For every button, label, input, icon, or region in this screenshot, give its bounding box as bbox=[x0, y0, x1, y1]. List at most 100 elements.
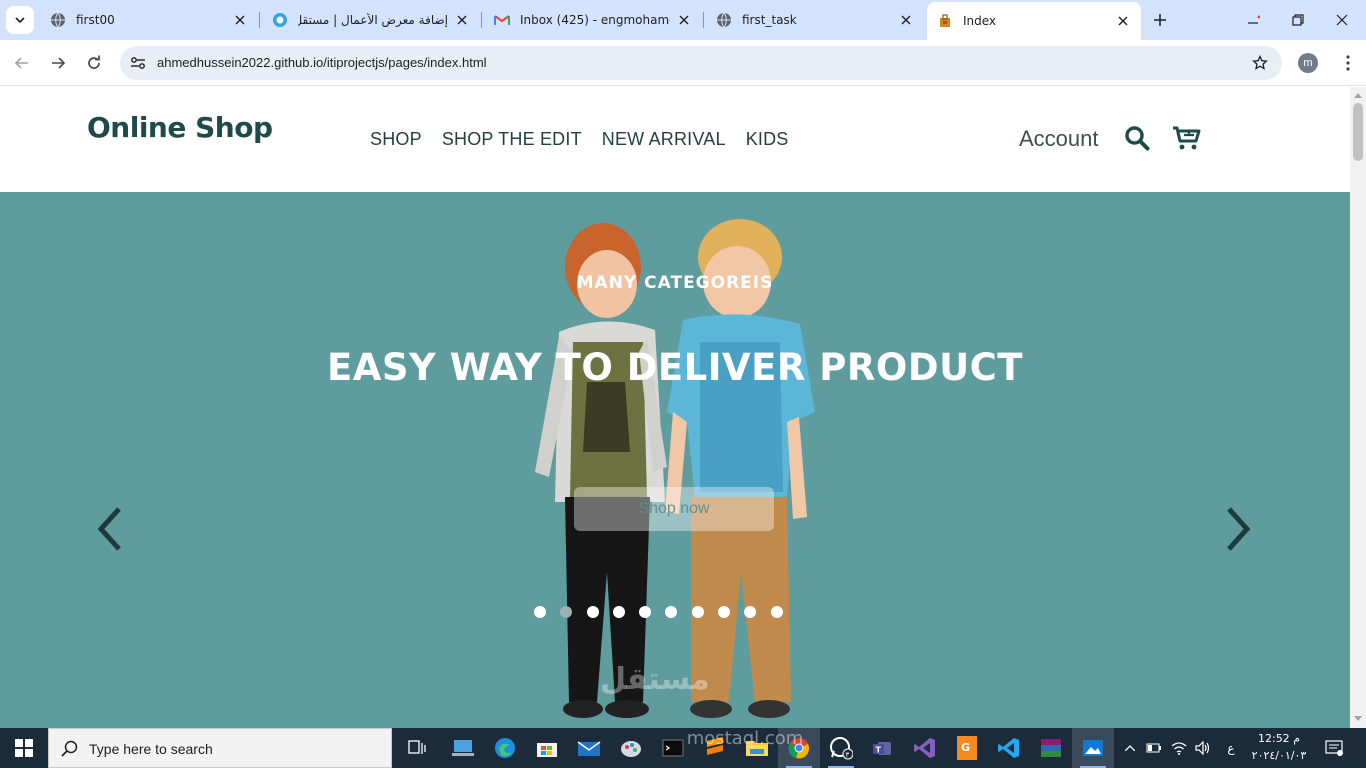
profile-avatar[interactable]: m bbox=[1298, 53, 1318, 73]
scroll-down-icon[interactable] bbox=[1354, 715, 1362, 723]
address-bar[interactable]: ahmedhussein2022.github.io/itiprojectjs/… bbox=[120, 46, 1282, 80]
tab-search-button[interactable] bbox=[6, 6, 34, 34]
search-icon bbox=[61, 740, 78, 757]
back-button[interactable] bbox=[8, 49, 36, 77]
globe-icon bbox=[50, 12, 66, 28]
taskbar-clock[interactable]: 12:52 م ٢٠٢٤/٠١/٠٣ bbox=[1248, 730, 1310, 764]
computer-app-icon[interactable] bbox=[442, 728, 484, 768]
more-menu-icon[interactable] bbox=[1336, 51, 1360, 75]
shop-icon bbox=[937, 13, 953, 29]
tab-title: Index bbox=[963, 14, 997, 28]
site-settings-icon[interactable] bbox=[128, 53, 148, 73]
carousel-dot[interactable] bbox=[665, 606, 678, 618]
browser-tab-strip: first00 إضافة معرض الأعمال | مستقل Inbox… bbox=[0, 0, 1366, 40]
forward-button[interactable] bbox=[44, 49, 72, 77]
carousel-prev-button[interactable] bbox=[94, 504, 124, 554]
wifi-icon[interactable] bbox=[1168, 728, 1190, 768]
close-icon[interactable] bbox=[676, 12, 692, 28]
page-viewport: Online Shop SHOP SHOP THE EDIT NEW ARRIV… bbox=[0, 87, 1350, 728]
restore-icon bbox=[1292, 14, 1304, 26]
tab-divider bbox=[481, 12, 482, 28]
tab-divider bbox=[259, 12, 260, 28]
hero-subtitle: MANY CATEGOREIS bbox=[576, 273, 774, 293]
mostaql-icon bbox=[272, 12, 288, 28]
chevron-down-icon bbox=[15, 17, 25, 24]
vscode-icon[interactable] bbox=[988, 728, 1030, 768]
page-scrollbar[interactable] bbox=[1350, 87, 1366, 728]
carousel-dot[interactable] bbox=[744, 606, 757, 618]
bookmark-star-icon[interactable] bbox=[1250, 53, 1270, 73]
input-language-indicator[interactable]: ع bbox=[1220, 728, 1242, 768]
new-tab-button[interactable] bbox=[1148, 8, 1172, 32]
volume-icon[interactable] bbox=[1192, 728, 1214, 768]
tab-title: first_task bbox=[742, 13, 797, 27]
carousel-indicators bbox=[534, 606, 797, 618]
close-icon[interactable] bbox=[1115, 13, 1131, 29]
scrollbar-thumb[interactable] bbox=[1353, 103, 1363, 161]
site-header: Online Shop SHOP SHOP THE EDIT NEW ARRIV… bbox=[0, 87, 1350, 192]
gmail-icon bbox=[494, 12, 510, 28]
task-view-icon[interactable] bbox=[396, 728, 438, 768]
hero-carousel: MANY CATEGOREIS EASY WAY TO DELIVER PROD… bbox=[0, 192, 1350, 728]
nav-new-arrival[interactable]: NEW ARRIVAL bbox=[602, 129, 726, 150]
carousel-dot[interactable] bbox=[639, 606, 652, 618]
reload-icon bbox=[88, 55, 100, 69]
account-link[interactable]: Account bbox=[1019, 126, 1099, 152]
visual-studio-icon[interactable] bbox=[904, 728, 946, 768]
site-logo[interactable]: Online Shop bbox=[87, 111, 273, 144]
browser-tab[interactable]: إضافة معرض الأعمال | مستقل bbox=[262, 4, 480, 36]
teams-icon[interactable]: T bbox=[862, 728, 904, 768]
tab-divider bbox=[703, 12, 704, 28]
minimize-button[interactable] bbox=[1232, 6, 1276, 34]
search-icon[interactable] bbox=[1122, 124, 1152, 152]
plus-icon bbox=[1154, 14, 1166, 26]
taskbar-search-placeholder: Type here to search bbox=[89, 741, 213, 757]
shop-now-button[interactable]: Shop now bbox=[574, 487, 774, 531]
browser-tab[interactable]: Inbox (425) - engmohamed bbox=[484, 4, 702, 36]
pdf-reader-icon[interactable]: G bbox=[946, 728, 988, 768]
carousel-dot[interactable] bbox=[612, 606, 625, 618]
url-text[interactable]: ahmedhussein2022.github.io/itiprojectjs/… bbox=[157, 55, 487, 70]
windows-start-button[interactable] bbox=[0, 728, 48, 768]
mail-app-icon[interactable] bbox=[568, 728, 610, 768]
close-icon[interactable] bbox=[454, 12, 470, 28]
cart-icon[interactable] bbox=[1172, 124, 1202, 152]
hero-title: EASY WAY TO DELIVER PRODUCT bbox=[326, 346, 1024, 389]
browser-tab[interactable]: first_task bbox=[706, 4, 924, 36]
carousel-dot[interactable] bbox=[718, 606, 731, 618]
window-close-button[interactable] bbox=[1320, 6, 1364, 34]
taskbar-search-box[interactable]: Type here to search bbox=[48, 728, 392, 768]
carousel-dot[interactable] bbox=[691, 606, 704, 618]
svg-text:G: G bbox=[961, 741, 970, 754]
close-icon[interactable] bbox=[898, 12, 914, 28]
paint-app-icon[interactable] bbox=[610, 728, 652, 768]
microsoft-store-icon[interactable] bbox=[526, 728, 568, 768]
windows-logo-icon bbox=[15, 739, 33, 757]
globe-icon bbox=[716, 12, 732, 28]
carousel-dot[interactable] bbox=[770, 606, 783, 618]
scroll-up-icon[interactable] bbox=[1354, 91, 1362, 99]
carousel-next-button[interactable] bbox=[1224, 504, 1254, 554]
winrar-icon[interactable] bbox=[1030, 728, 1072, 768]
clock-date: ٢٠٢٤/٠١/٠٣ bbox=[1251, 749, 1307, 762]
carousel-dot[interactable] bbox=[586, 606, 599, 618]
nav-shop-the-edit[interactable]: SHOP THE EDIT bbox=[442, 129, 582, 150]
carousel-dot-active[interactable] bbox=[560, 606, 573, 618]
notifications-icon[interactable] bbox=[1318, 728, 1350, 768]
reload-button[interactable] bbox=[80, 49, 108, 77]
browser-tab-active[interactable]: Index bbox=[927, 2, 1141, 40]
nav-shop[interactable]: SHOP bbox=[370, 129, 422, 150]
show-hidden-icons[interactable] bbox=[1120, 728, 1140, 768]
carousel-dot[interactable] bbox=[534, 606, 546, 618]
close-icon[interactable] bbox=[232, 12, 248, 28]
battery-icon[interactable] bbox=[1144, 728, 1164, 768]
browser-tab[interactable]: first00 bbox=[40, 4, 258, 36]
whatsapp-icon[interactable]: ٣ bbox=[820, 728, 862, 768]
photos-app-icon[interactable] bbox=[1072, 728, 1114, 768]
nav-kids[interactable]: KIDS bbox=[746, 129, 789, 150]
clock-time: 12:52 م bbox=[1257, 732, 1300, 745]
watermark: مستقل bbox=[600, 662, 710, 697]
windows-taskbar: Type here to search ٣ T G ع 12:52 م ٢٠٢٤… bbox=[0, 728, 1366, 768]
restore-button[interactable] bbox=[1276, 6, 1320, 34]
edge-browser-icon[interactable] bbox=[484, 728, 526, 768]
